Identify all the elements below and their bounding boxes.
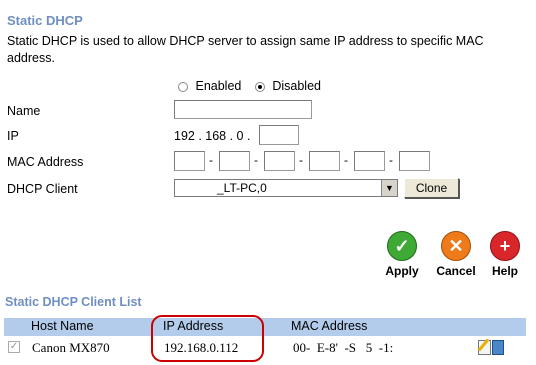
header-host-name: Host Name (31, 319, 94, 333)
static-dhcp-title: Static DHCP (7, 13, 83, 28)
mac-octet-2-input[interactable] (219, 151, 250, 171)
mac-label: MAC Address (7, 155, 84, 169)
dhcp-client-label: DHCP Client (7, 182, 78, 196)
mac-separator: - (344, 153, 348, 167)
mac-separator: - (254, 153, 258, 167)
mac-octet-1-input[interactable] (174, 151, 205, 171)
dhcp-client-select[interactable]: _LT-PC,0 ▼ (174, 179, 398, 197)
apply-button-label[interactable]: Apply (381, 264, 423, 278)
header-mac-address: MAC Address (291, 319, 368, 333)
mac-octet-4-input[interactable] (309, 151, 340, 171)
mac-octet-3-input[interactable] (264, 151, 295, 171)
name-label: Name (7, 104, 41, 118)
cancel-icon[interactable]: ✕ (441, 231, 471, 261)
ip-last-octet-input[interactable] (259, 125, 299, 145)
delete-icon[interactable] (492, 340, 504, 355)
disabled-radio[interactable] (254, 81, 265, 92)
mac-separator: - (209, 153, 213, 167)
row-checkbox[interactable]: ✓ (8, 341, 20, 353)
client-list-title: Static DHCP Client List (5, 295, 142, 309)
enabled-radio[interactable] (178, 81, 188, 92)
dropdown-arrow-icon[interactable]: ▼ (381, 180, 397, 196)
mac-octet-6-input[interactable] (399, 151, 430, 171)
enable-radio-group: Enabled Disabled (178, 79, 321, 93)
help-button-label[interactable]: Help (486, 264, 524, 278)
edit-icon[interactable] (477, 338, 491, 355)
ip-label: IP (7, 129, 19, 143)
mac-separator: - (389, 153, 393, 167)
disabled-label: Disabled (272, 79, 321, 93)
enabled-label: Enabled (195, 79, 242, 93)
apply-icon[interactable]: ✓ (387, 231, 417, 261)
name-input[interactable] (174, 100, 312, 119)
row-mac-address: 00- E-8' -S 5 -1: (293, 340, 394, 355)
mac-separator: - (299, 153, 303, 167)
dhcp-client-selected: _LT-PC,0 (217, 181, 267, 195)
clone-button[interactable]: Clone (404, 178, 459, 198)
mac-octet-5-input[interactable] (354, 151, 385, 171)
cancel-button-label[interactable]: Cancel (432, 264, 480, 278)
ip-prefix: 192 . 168 . 0 . (174, 129, 251, 143)
help-icon[interactable]: + (490, 231, 520, 261)
row-host-name: Canon MX870 (32, 340, 110, 355)
ip-highlight-circle (151, 315, 264, 362)
static-dhcp-description: Static DHCP is used to allow DHCP server… (7, 34, 484, 65)
